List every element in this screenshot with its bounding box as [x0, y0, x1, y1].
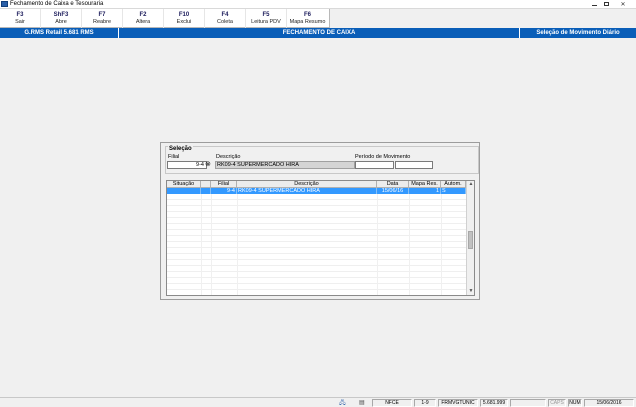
header-band: G.RMS Retail 5.681 RMS FECHAMENTO DE CAI… — [0, 28, 636, 38]
maximize-icon — [603, 2, 609, 6]
app-version-label: G.RMS Retail 5.681 RMS — [24, 30, 94, 36]
filial-field[interactable]: 9-4 — [167, 161, 207, 169]
close-icon: ✕ — [620, 1, 626, 8]
col-data[interactable]: Data — [377, 181, 409, 188]
filial-label: Filial — [168, 154, 180, 160]
caps-indicator: CAPS — [548, 399, 566, 407]
selecao-group: Seleção Filial 9-4 ⊗ Descrição RK09-4 SU… — [165, 146, 479, 174]
descricao-field: RK09-4 SUPERMERCADO HIRA — [215, 161, 355, 169]
shortcut-key: ShF3 — [53, 11, 69, 18]
descricao-value: RK09-4 SUPERMERCADO HIRA — [217, 162, 299, 168]
minimize-button[interactable] — [588, 0, 600, 8]
shortcut-key: F7 — [98, 11, 106, 18]
status-bar: 🖧 ▤ NFCE 1-9 FRMVGTUNIC 5.681.999 CAPS N… — [0, 397, 636, 407]
shortcut-key: F6 — [303, 11, 311, 18]
button-label: Coleta — [217, 18, 233, 25]
col-mapa-res[interactable]: Mapa Res. — [409, 181, 441, 188]
grid-line — [201, 194, 202, 295]
button-label: Leitura PDV — [251, 18, 281, 25]
shortcut-key: F3 — [16, 11, 24, 18]
screen-title: Seleção de Movimento Diário — [536, 30, 620, 36]
network-icon: 🖧 — [339, 400, 346, 406]
grid-line — [441, 194, 442, 295]
abre-button[interactable]: ShF3 Abre — [41, 9, 82, 28]
status-panel: NFCE — [372, 399, 412, 407]
scroll-thumb[interactable] — [468, 231, 473, 249]
button-label: Sair — [15, 18, 25, 25]
col-flag[interactable] — [201, 181, 211, 188]
button-label: Reabre — [92, 18, 112, 25]
window-titlebar: Fechamento de Caixa e Tesouraria ✕ — [0, 0, 636, 9]
status-panel: FRMVGTUNIC — [438, 399, 478, 407]
shortcut-key: F5 — [262, 11, 270, 18]
date-panel: 15/06/2016 — [584, 399, 634, 407]
shortcut-key: F10 — [178, 11, 190, 18]
descricao-label: Descrição — [216, 154, 241, 160]
periodo-fim-field[interactable] — [395, 161, 433, 169]
exclui-button[interactable]: F10 Exclui — [164, 9, 205, 28]
grid-line — [211, 194, 212, 295]
button-label: Altera — [135, 18, 151, 25]
vertical-scrollbar[interactable]: ▲ ▼ — [466, 181, 474, 295]
periodo-inicio-field[interactable] — [355, 161, 394, 169]
col-filial[interactable]: Filial — [211, 181, 237, 188]
app-icon — [1, 1, 8, 7]
shortcut-key: F4 — [221, 11, 229, 18]
col-descricao[interactable]: Descrição — [237, 181, 377, 188]
movimento-grid[interactable]: Situação Filial Descrição Data Mapa Res.… — [166, 180, 475, 296]
grid-line — [409, 194, 410, 295]
periodo-label: Período de Movimento — [355, 154, 411, 160]
leitura-pdv-button[interactable]: F5 Leitura PDV — [246, 9, 287, 28]
close-button[interactable]: ✕ — [612, 0, 634, 8]
grid-header: Situação Filial Descrição Data Mapa Res.… — [167, 181, 466, 188]
scroll-up-icon[interactable]: ▲ — [467, 181, 475, 188]
selection-panel: Seleção Filial 9-4 ⊗ Descrição RK09-4 SU… — [160, 142, 480, 300]
function-toolbar: F3 Sair ShF3 Abre F7 Reabre F2 Altera F10 Exc… — [0, 9, 330, 28]
button-label: Abre — [55, 18, 67, 25]
col-situacao[interactable]: Situação — [167, 181, 201, 188]
coleta-button[interactable]: F4 Coleta — [205, 9, 246, 28]
minimize-icon — [591, 5, 597, 6]
status-panel: 5.681.999 — [480, 399, 508, 407]
group-title: Seleção — [168, 146, 193, 152]
status-panel: 1-9 — [414, 399, 436, 407]
binoculars-icon[interactable]: ⊗ — [205, 161, 214, 168]
scroll-down-icon[interactable]: ▼ — [467, 288, 475, 295]
altera-button[interactable]: F2 Altera — [123, 9, 164, 28]
sair-button[interactable]: F3 Sair — [0, 9, 41, 28]
grid-line — [377, 194, 378, 295]
document-icon: ▤ — [359, 400, 365, 406]
mapa-resumo-button[interactable]: F6 Mapa Resumo — [287, 9, 328, 28]
module-title: FECHAMENTO DE CAIXA — [282, 30, 356, 36]
grid-line — [237, 194, 238, 295]
button-label: Mapa Resumo — [289, 18, 326, 25]
num-indicator: NUM — [568, 399, 582, 407]
shortcut-key: F2 — [139, 11, 147, 18]
status-panel — [510, 399, 546, 407]
reabre-button[interactable]: F7 Reabre — [82, 9, 123, 28]
maximize-button[interactable] — [600, 0, 612, 8]
col-autom[interactable]: Autom. — [441, 181, 466, 188]
window-title: Fechamento de Caixa e Tesouraria — [10, 1, 104, 7]
filial-value: 9-4 — [196, 162, 204, 168]
button-label: Exclui — [176, 18, 192, 25]
